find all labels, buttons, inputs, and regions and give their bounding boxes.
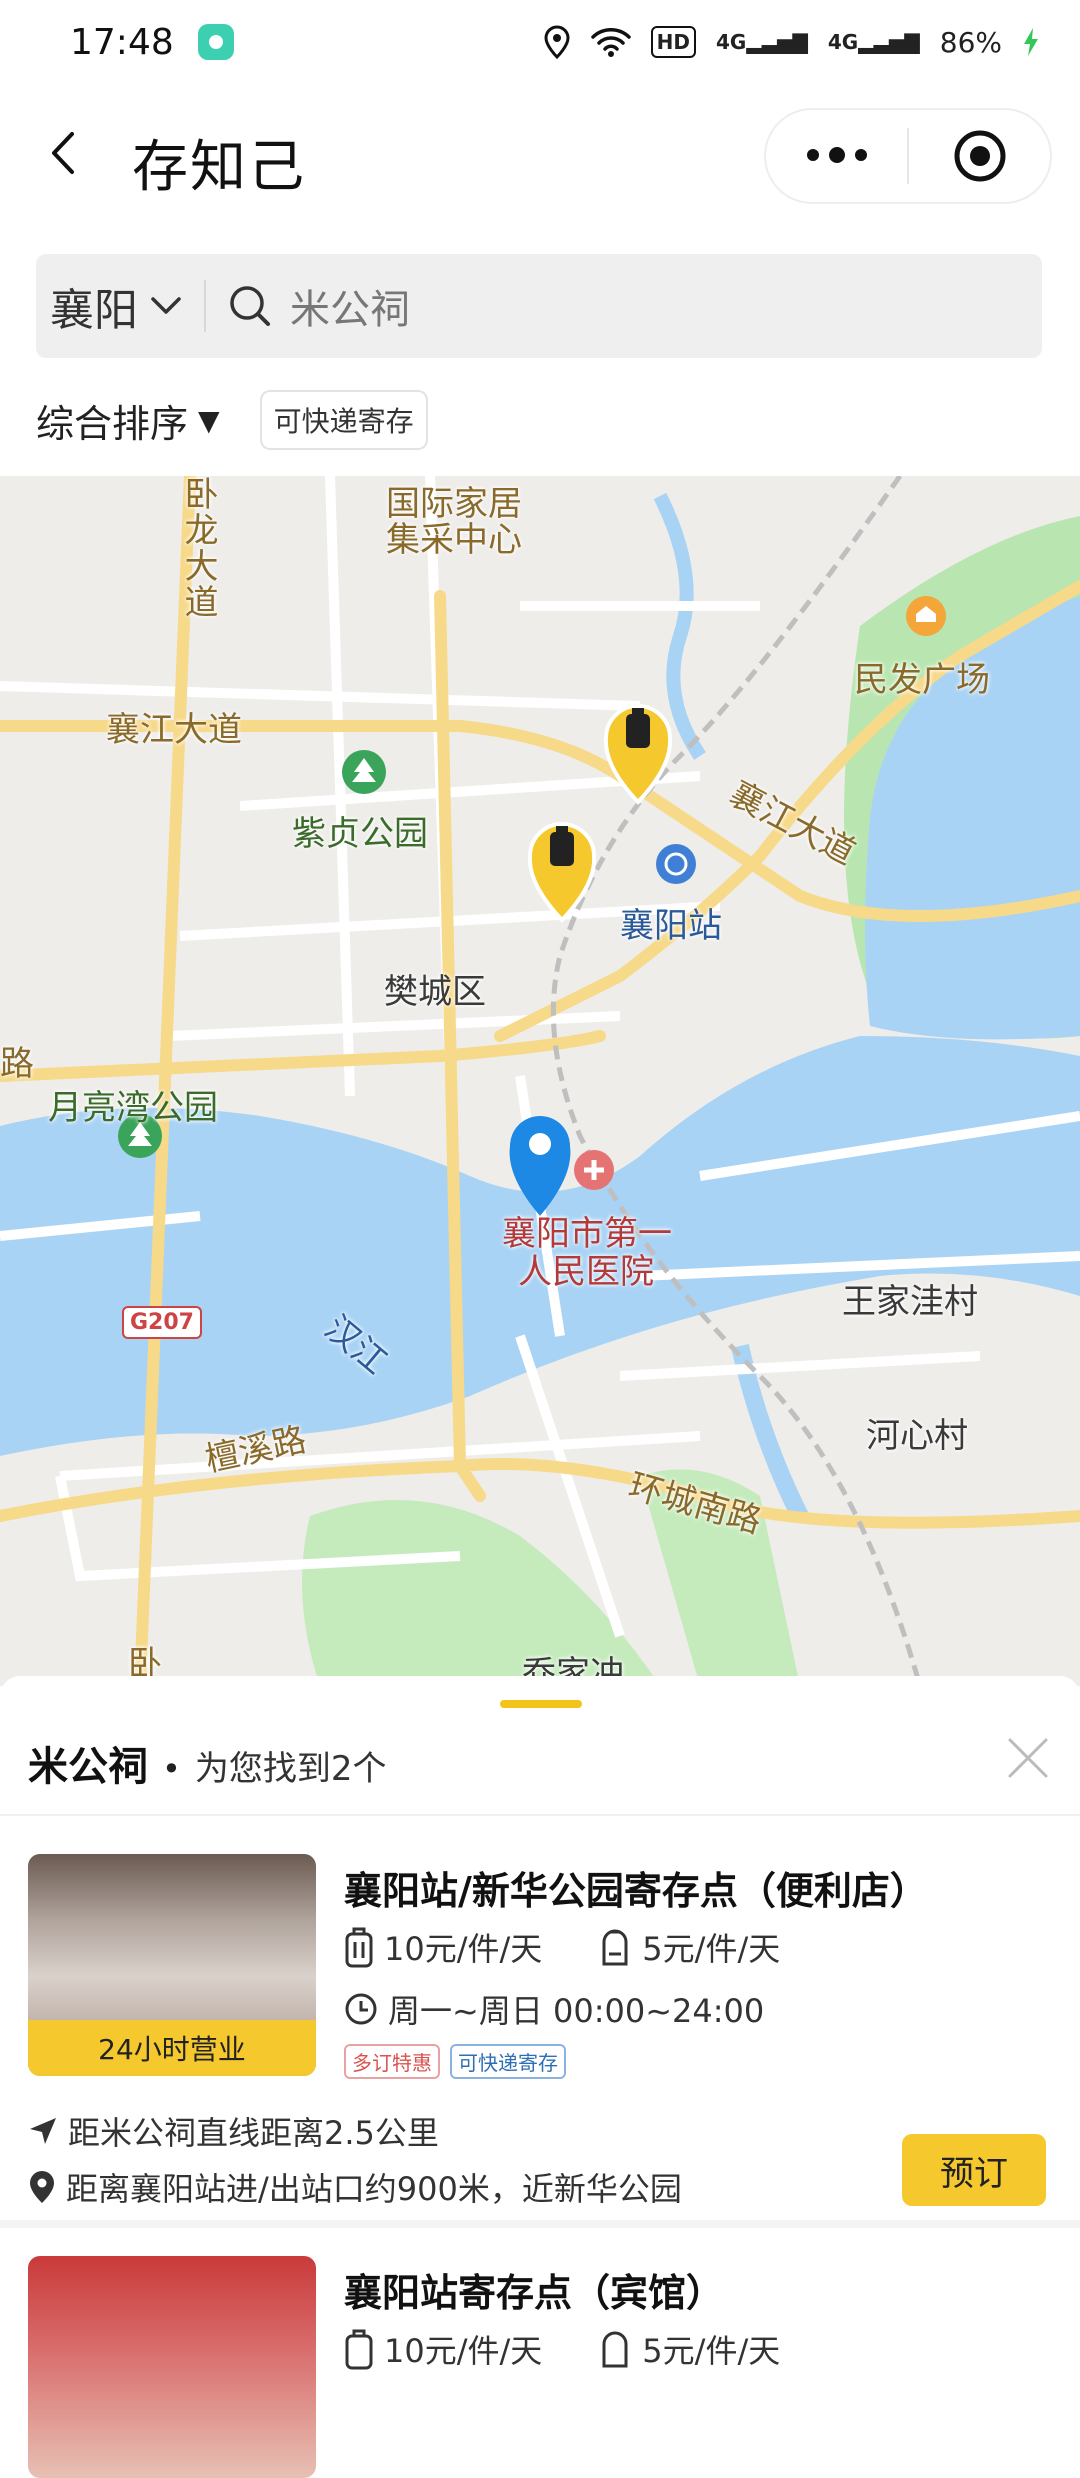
price-luggage: 10元/件/天 <box>384 2332 543 2370</box>
multi-order-discount-badge: 多订特惠 <box>344 2044 440 2079</box>
price-backpack: 5元/件/天 <box>642 1930 781 1968</box>
park-tree-icon-zizhen <box>342 750 386 794</box>
results-count: 为您找到2个 <box>194 1749 387 1789</box>
city-label: 襄阳 <box>50 285 138 336</box>
card-divider <box>0 2220 1080 2228</box>
store-photo: 24小时营业 <box>28 1854 316 2076</box>
battery-level: 86% <box>939 25 1002 59</box>
map-label-hospital-2: 人民医院 <box>518 1252 654 1292</box>
signal-label-1: 4G <box>716 30 747 54</box>
map-label-xiangjiang-road-left: 襄江大道 <box>106 710 242 750</box>
book-button[interactable]: 预订 <box>902 2134 1046 2206</box>
map-label-hexin: 河心村 <box>866 1416 968 1456</box>
wifi-icon <box>590 28 631 57</box>
store-name: 襄阳站/新华公园寄存点（便利店） <box>344 1869 928 1913</box>
close-miniprogram-icon[interactable] <box>909 128 1050 184</box>
page-title: 存知己 <box>132 135 306 200</box>
map-label-lu: 路 <box>0 1044 34 1084</box>
express-storage-filter-chip[interactable]: 可快递寄存 <box>259 390 428 450</box>
price-row: 10元/件/天 5元/件/天 <box>344 2326 780 2372</box>
map-view[interactable]: 卧龙大道 国际家居 集采中心 民发广场 襄江大道 襄江大道 紫贞公园 襄阳站 樊… <box>0 476 1080 1686</box>
status-icons: HD 4G▂▃▅▇ 4G▂▃▅▇ 86% <box>543 25 1040 59</box>
header-divider <box>0 1814 1080 1816</box>
near-row: 距离襄阳站进/出站口约900米，近新华公园 <box>28 2164 682 2210</box>
backpack-icon <box>602 1929 628 1966</box>
nav-bar: 存知己 <box>0 100 1080 210</box>
map-label-intl-home-2: 集采中心 <box>386 520 522 560</box>
close-icon[interactable] <box>1004 1734 1052 1782</box>
miniprogram-capsule <box>764 108 1052 204</box>
store-photo-image <box>28 2256 316 2478</box>
status-time: 17:48 <box>70 21 174 63</box>
header-dot: • <box>162 1750 181 1788</box>
chevron-down-icon <box>151 297 181 314</box>
luggage-icon <box>345 1927 373 1968</box>
store-photo <box>28 2256 316 2478</box>
express-storage-badge: 可快递寄存 <box>450 2044 566 2079</box>
filter-bar: 综合排序 ▼ 可快递寄存 <box>36 390 428 450</box>
location-pin-icon <box>30 2171 54 2203</box>
results-sheet: 米公祠 • 为您找到2个 24小时营业 襄阳站/新华公园寄存点（便利店） 10元… <box>0 1676 1080 2478</box>
distance-row: 距米公祠直线距离2.5公里 <box>28 2108 439 2154</box>
map-label-zizhen-park: 紫贞公园 <box>292 814 428 854</box>
plaza-icon <box>906 596 946 636</box>
near-text: 距离襄阳站进/出站口约900米，近新华公园 <box>66 2170 682 2208</box>
map-label-wangjiawa: 王家洼村 <box>842 1282 978 1322</box>
storage-card[interactable]: 24小时营业 襄阳站/新华公园寄存点（便利店） 10元/件/天 5元/件/天 周… <box>0 1844 1080 2208</box>
location-status-icon <box>544 25 570 59</box>
luggage-icon <box>345 2329 373 2370</box>
sort-dropdown[interactable]: 综合排序 ▼ <box>36 393 220 448</box>
search-bar: 襄阳 米公祠 <box>36 254 1042 358</box>
results-header: 米公祠 • 为您找到2个 <box>28 1734 387 1792</box>
hospital-icon <box>574 1150 614 1190</box>
search-input[interactable]: 米公祠 <box>290 277 410 335</box>
map-label-minfa: 民发广场 <box>854 660 990 700</box>
map-label-yueliangwan: 月亮湾公园 <box>48 1088 218 1128</box>
status-bar: 17:48 HD 4G▂▃▅▇ 4G▂▃▅▇ 86% <box>0 0 1080 84</box>
search-divider <box>204 280 206 332</box>
clock-icon <box>345 1993 377 2025</box>
badge-row: 多订特惠 可快递寄存 <box>344 2044 566 2079</box>
signal-icon-2: 4G▂▃▅▇ <box>827 30 920 54</box>
backpack-icon <box>602 2331 628 2368</box>
distance-text: 距米公祠直线距离2.5公里 <box>68 2114 439 2152</box>
hours-row: 周一~周日 00:00~24:00 <box>344 1986 764 2032</box>
back-icon[interactable] <box>40 128 90 178</box>
storage-marker-2[interactable] <box>527 822 597 923</box>
signal-icon-1: 4G▂▃▅▇ <box>716 30 808 54</box>
map-label-fancheng: 樊城区 <box>384 972 486 1012</box>
more-menu-icon[interactable] <box>766 147 907 163</box>
map-label-wolong-road: 卧龙大道 <box>178 476 218 620</box>
results-keyword: 米公祠 <box>28 1744 148 1790</box>
app-notification-icon <box>197 24 234 60</box>
price-luggage: 10元/件/天 <box>384 1930 543 1968</box>
opening-hours: 周一~周日 00:00~24:00 <box>388 1992 765 2030</box>
navigation-arrow-icon <box>30 2118 56 2144</box>
storage-card[interactable]: 襄阳站寄存点（宾馆） 10元/件/天 5元/件/天 <box>0 2246 1080 2478</box>
search-icon <box>230 286 270 326</box>
signal-label-2: 4G <box>827 30 859 54</box>
open-24h-tag: 24小时营业 <box>28 2020 316 2076</box>
map-label-xiangyang-station: 襄阳站 <box>620 906 722 946</box>
city-selector[interactable]: 襄阳 <box>36 274 182 338</box>
store-name: 襄阳站寄存点（宾馆） <box>344 2271 725 2315</box>
charging-icon <box>1024 28 1038 56</box>
creek-north <box>653 492 706 760</box>
hd-icon: HD <box>650 26 697 58</box>
price-row: 10元/件/天 5元/件/天 <box>344 1924 780 1970</box>
g207-highway-shield: G207 <box>122 1306 202 1339</box>
station-icon <box>656 844 696 884</box>
price-backpack: 5元/件/天 <box>642 2332 781 2370</box>
sort-arrow-icon: ▼ <box>198 403 220 437</box>
sort-label: 综合排序 <box>36 401 189 446</box>
sheet-drag-handle[interactable] <box>500 1700 582 1708</box>
